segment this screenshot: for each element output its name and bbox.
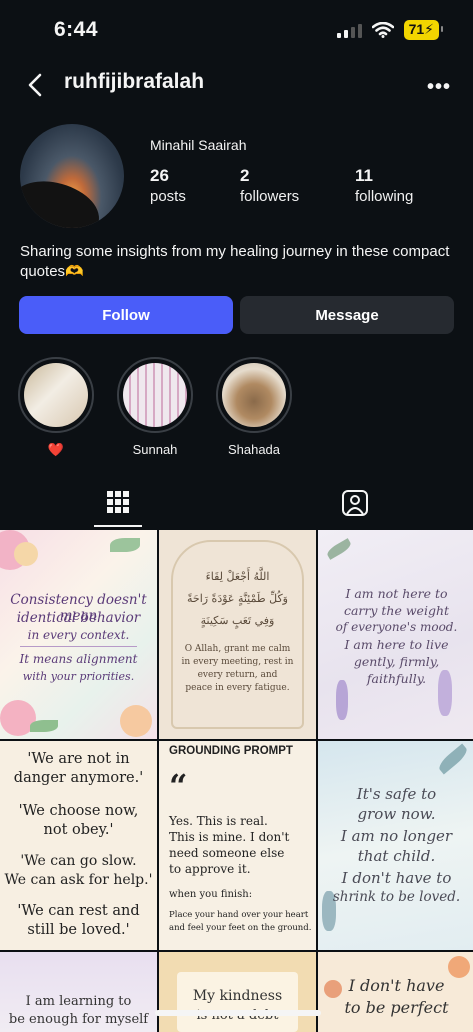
quote-text: and feel your feet on the ground. [169,923,312,933]
quote-text: 'We can go slow. [20,853,137,869]
quote-text: need someone else [169,846,285,860]
posts-grid: Consistency doesn't mean identical behav… [0,530,473,1032]
stat-label: followers [240,188,300,205]
quote-text: It's safe to [356,785,437,803]
quote-text: faithfully. [366,671,427,686]
quote-text: not obey.' [43,822,114,838]
quote-text: identical behavior [16,610,141,626]
more-options-icon[interactable]: ••• [427,76,451,99]
wifi-icon [371,22,394,38]
stat-value: 2 [240,166,250,185]
quote-text: to approve it. [169,862,251,876]
post-tile[interactable]: I am learning to be enough for myself [0,952,157,1032]
quote-text: I am here to live [344,637,449,652]
status-icons: 71⚡ [336,20,444,40]
avatar[interactable] [20,124,124,228]
message-button[interactable]: Message [240,296,454,334]
back-arrow-icon[interactable] [22,70,52,100]
post-tile[interactable]: 'We are not in danger anymore.' 'We choo… [0,741,157,950]
stat-label: following [355,188,414,205]
quote-text: peace in every fatigue. [185,683,290,693]
quote-text: 'We can rest and [17,903,140,919]
post-tile[interactable]: I am not here to carry the weight of eve… [318,530,473,739]
quote-text: shrink to be loved. [332,889,461,905]
quote-text: I am learning to [25,994,132,1009]
stat-posts[interactable]: 26 posts [150,166,186,205]
quote-text: that child. [357,847,436,865]
quote-text: We can ask for help.' [4,872,153,888]
quote-text: Yes. This is real. [169,814,268,828]
status-time: 6:44 [54,18,99,41]
quote-text: 'We are not in [27,751,130,767]
quote-mark: “ [169,767,188,805]
quote-text: still be loved.' [27,922,130,938]
quote-text: grow now. [357,805,436,823]
tagged-posts-icon[interactable] [340,488,370,518]
quote-text: with your priorities. [22,670,135,683]
active-tab-indicator [94,525,142,527]
quote-text: when you finish: [169,889,253,900]
stat-following[interactable]: 11 following [355,166,413,205]
signal-icon [336,22,362,38]
quote-text: carry the weight [343,603,450,618]
quote-text: I don't have [348,976,445,995]
arabic-text: وَكُلِّ طَمْئِنَّةٍ عَوْدَةً رَاحَةً [187,592,288,605]
highlight-item[interactable]: Shahada [215,357,293,457]
display-name: Minahil Saairah [150,137,247,153]
stat-label: posts [150,188,186,205]
quote-text: Place your hand over your heart [169,910,309,920]
post-tile[interactable]: It's safe to grow now. I am no longer th… [318,741,473,950]
quote-text: gently, firmly, [353,654,440,669]
quote-text: 'We choose now, [18,803,139,819]
post-tile[interactable]: Consistency doesn't mean identical behav… [0,530,157,739]
quote-text: be enough for myself [8,1012,149,1027]
profile-username: ruhfijibrafalah [64,70,205,93]
prompt-title: GROUNDING PROMPT [169,745,293,757]
highlight-label: ❤️ [47,442,65,457]
highlight-label: Shahada [227,442,281,457]
stat-value: 11 [355,166,373,185]
profile-bio: Sharing some insights from my healing jo… [20,243,450,280]
quote-text: My kindness [192,988,283,1004]
quote-text: I don't have to [341,869,452,887]
post-tile[interactable]: I don't have to be perfect [318,952,473,1032]
post-tile[interactable]: اللَّهُ أَجْعَلْ لِقَاءَ وَكُلِّ طَمْئِن… [159,530,316,739]
grid-icon [107,491,129,513]
quote-text: This is mine. I don't [169,830,290,844]
quote-text: O Allah, grant me calm [184,644,291,654]
stat-value: 26 [150,166,169,185]
quote-text: It means alignment [19,652,138,666]
highlight-item[interactable]: Sunnah [116,357,194,457]
stat-followers[interactable]: 2 followers [240,166,299,205]
home-indicator[interactable] [155,1010,321,1016]
arabic-text: وَفِي تَعَبٍ سَكِينَةٍ [200,614,275,627]
highlight-label: Sunnah [132,442,178,457]
quote-text: to be perfect [344,998,449,1017]
tab-posts-grid[interactable] [94,484,142,528]
follow-button[interactable]: Follow [19,296,233,334]
quote-text: I am no longer [340,827,453,845]
quote-text: in every context. [27,628,130,642]
highlight-item[interactable]: ❤️ [17,357,95,458]
quote-text: I am not here to [345,586,448,601]
quote-text: in every meeting, rest in [181,657,294,667]
battery-icon: 71⚡ [403,20,444,40]
quote-text: of everyone's mood. [335,620,458,634]
quote-text: danger anymore.' [13,770,144,786]
quote-text: every return, and [197,670,278,680]
post-tile[interactable]: GROUNDING PROMPT “ Yes. This is real. Th… [159,741,316,950]
post-tile[interactable]: My kindness is not a debt [159,952,316,1032]
arabic-text: اللَّهُ أَجْعَلْ لِقَاءَ [205,570,270,583]
